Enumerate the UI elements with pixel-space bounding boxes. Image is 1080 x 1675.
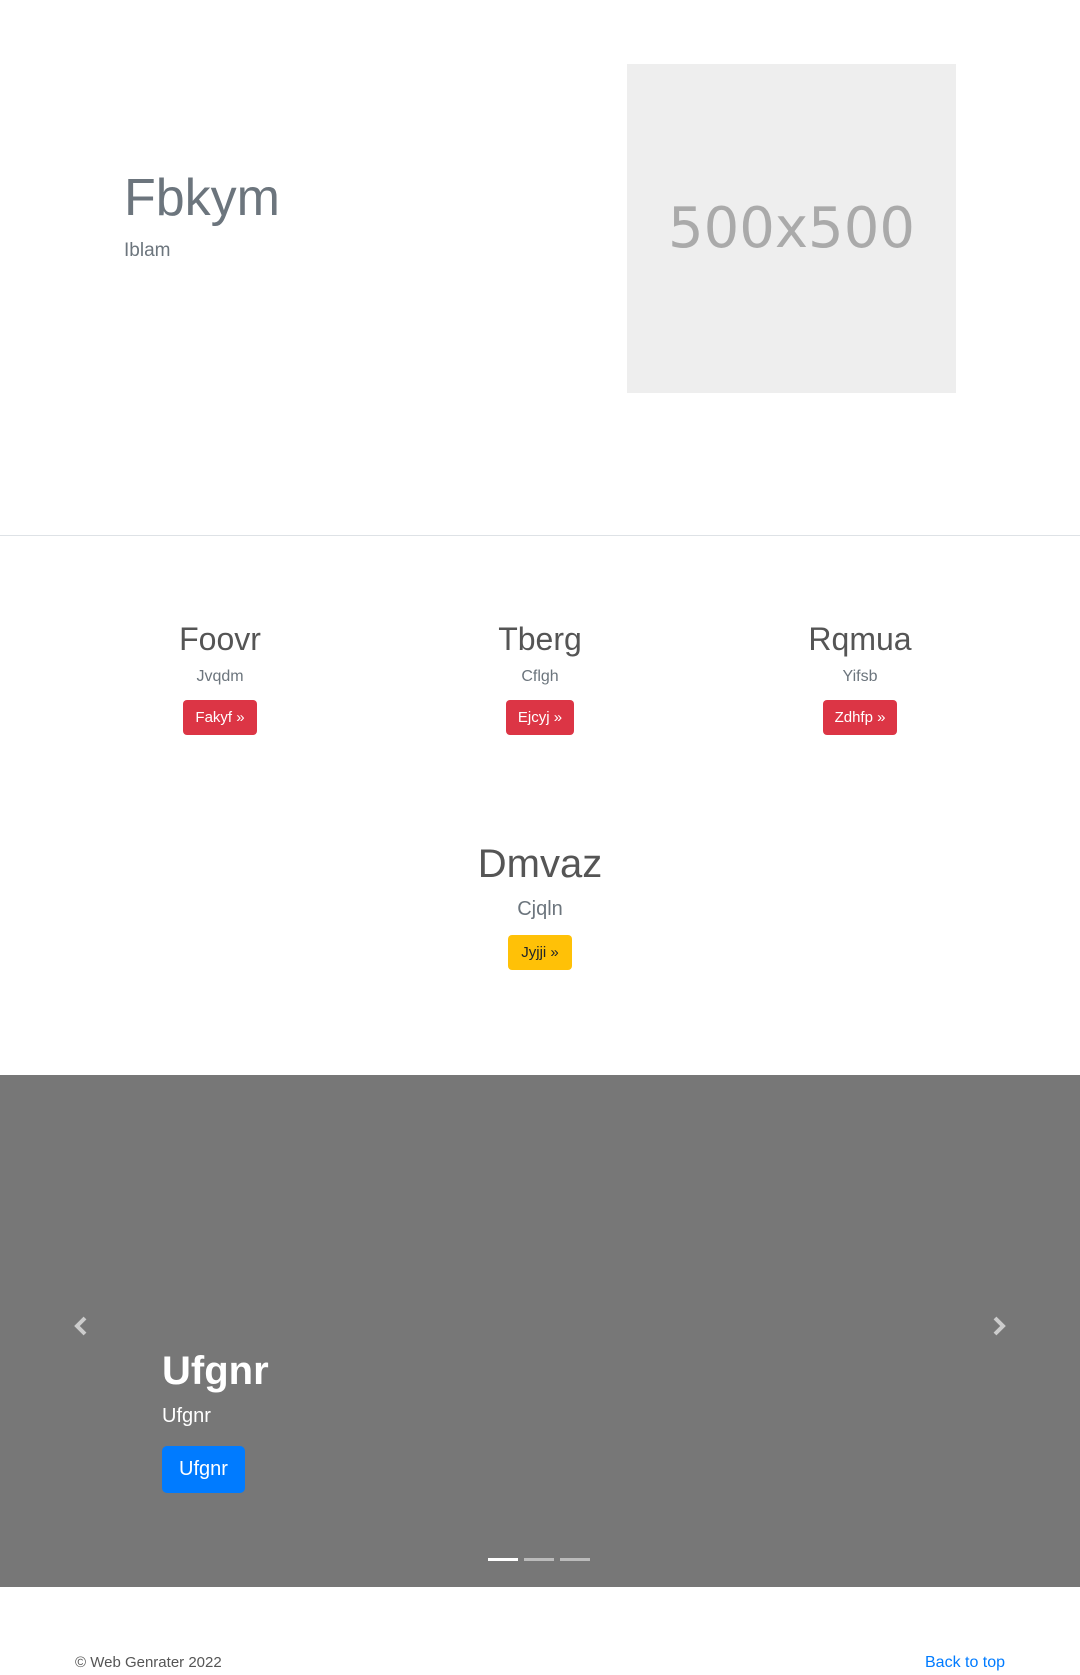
feature-text: Jvqdm: [196, 668, 244, 686]
carousel: Ufgnr Ufgnr Ufgnr: [0, 1075, 1080, 1587]
hero-title: Fbkym: [124, 169, 280, 227]
feature-title: Tberg: [498, 621, 582, 657]
chevron-right-icon: [993, 1316, 1006, 1336]
feature-center-button[interactable]: Jyjji »: [508, 935, 572, 970]
feature-title: Foovr: [179, 621, 261, 657]
feature-button-1[interactable]: Fakyf »: [183, 700, 257, 736]
feature-button-2[interactable]: Ejcyj »: [505, 700, 575, 736]
carousel-caption: Ufgnr Ufgnr Ufgnr: [162, 1347, 269, 1493]
feature-center-title: Dmvaz: [477, 842, 603, 886]
feature-button-3[interactable]: Zdhfp »: [822, 700, 898, 736]
carousel-indicator-1[interactable]: [488, 1558, 518, 1561]
hero-subtitle: Iblam: [124, 240, 171, 261]
carousel-indicators: [488, 1558, 590, 1561]
feature-column-3: Rqmua Yifsb Zdhfp »: [730, 620, 990, 736]
feature-text: Cflgh: [521, 668, 559, 686]
carousel-indicator-2[interactable]: [524, 1558, 554, 1561]
carousel-button[interactable]: Ufgnr: [162, 1446, 245, 1493]
image-placeholder-label: 500x500: [668, 196, 915, 261]
feature-column-1: Foovr Jvqdm Fakyf »: [90, 620, 350, 736]
chevron-left-icon: [74, 1316, 87, 1336]
carousel-heading: Ufgnr: [162, 1349, 269, 1393]
carousel-indicator-3[interactable]: [560, 1558, 590, 1561]
footer-copyright: © Web Genrater 2022: [75, 1654, 222, 1671]
feature-text: Yifsb: [842, 668, 878, 686]
hero-section: Fbkym Iblam 500x500: [0, 0, 1080, 536]
feature-title: Rqmua: [808, 621, 912, 657]
feature-center: Dmvaz Cjqln Jyjji »: [390, 840, 690, 970]
feature-center-text: Cjqln: [517, 898, 563, 920]
back-to-top-link[interactable]: Back to top: [925, 1654, 1005, 1672]
feature-column-2: Tberg Cflgh Ejcyj »: [410, 620, 670, 736]
carousel-prev-button[interactable]: [66, 1311, 96, 1341]
carousel-next-button[interactable]: [984, 1311, 1014, 1341]
hero-image-placeholder: 500x500: [627, 64, 956, 393]
carousel-text: Ufgnr: [162, 1405, 211, 1427]
